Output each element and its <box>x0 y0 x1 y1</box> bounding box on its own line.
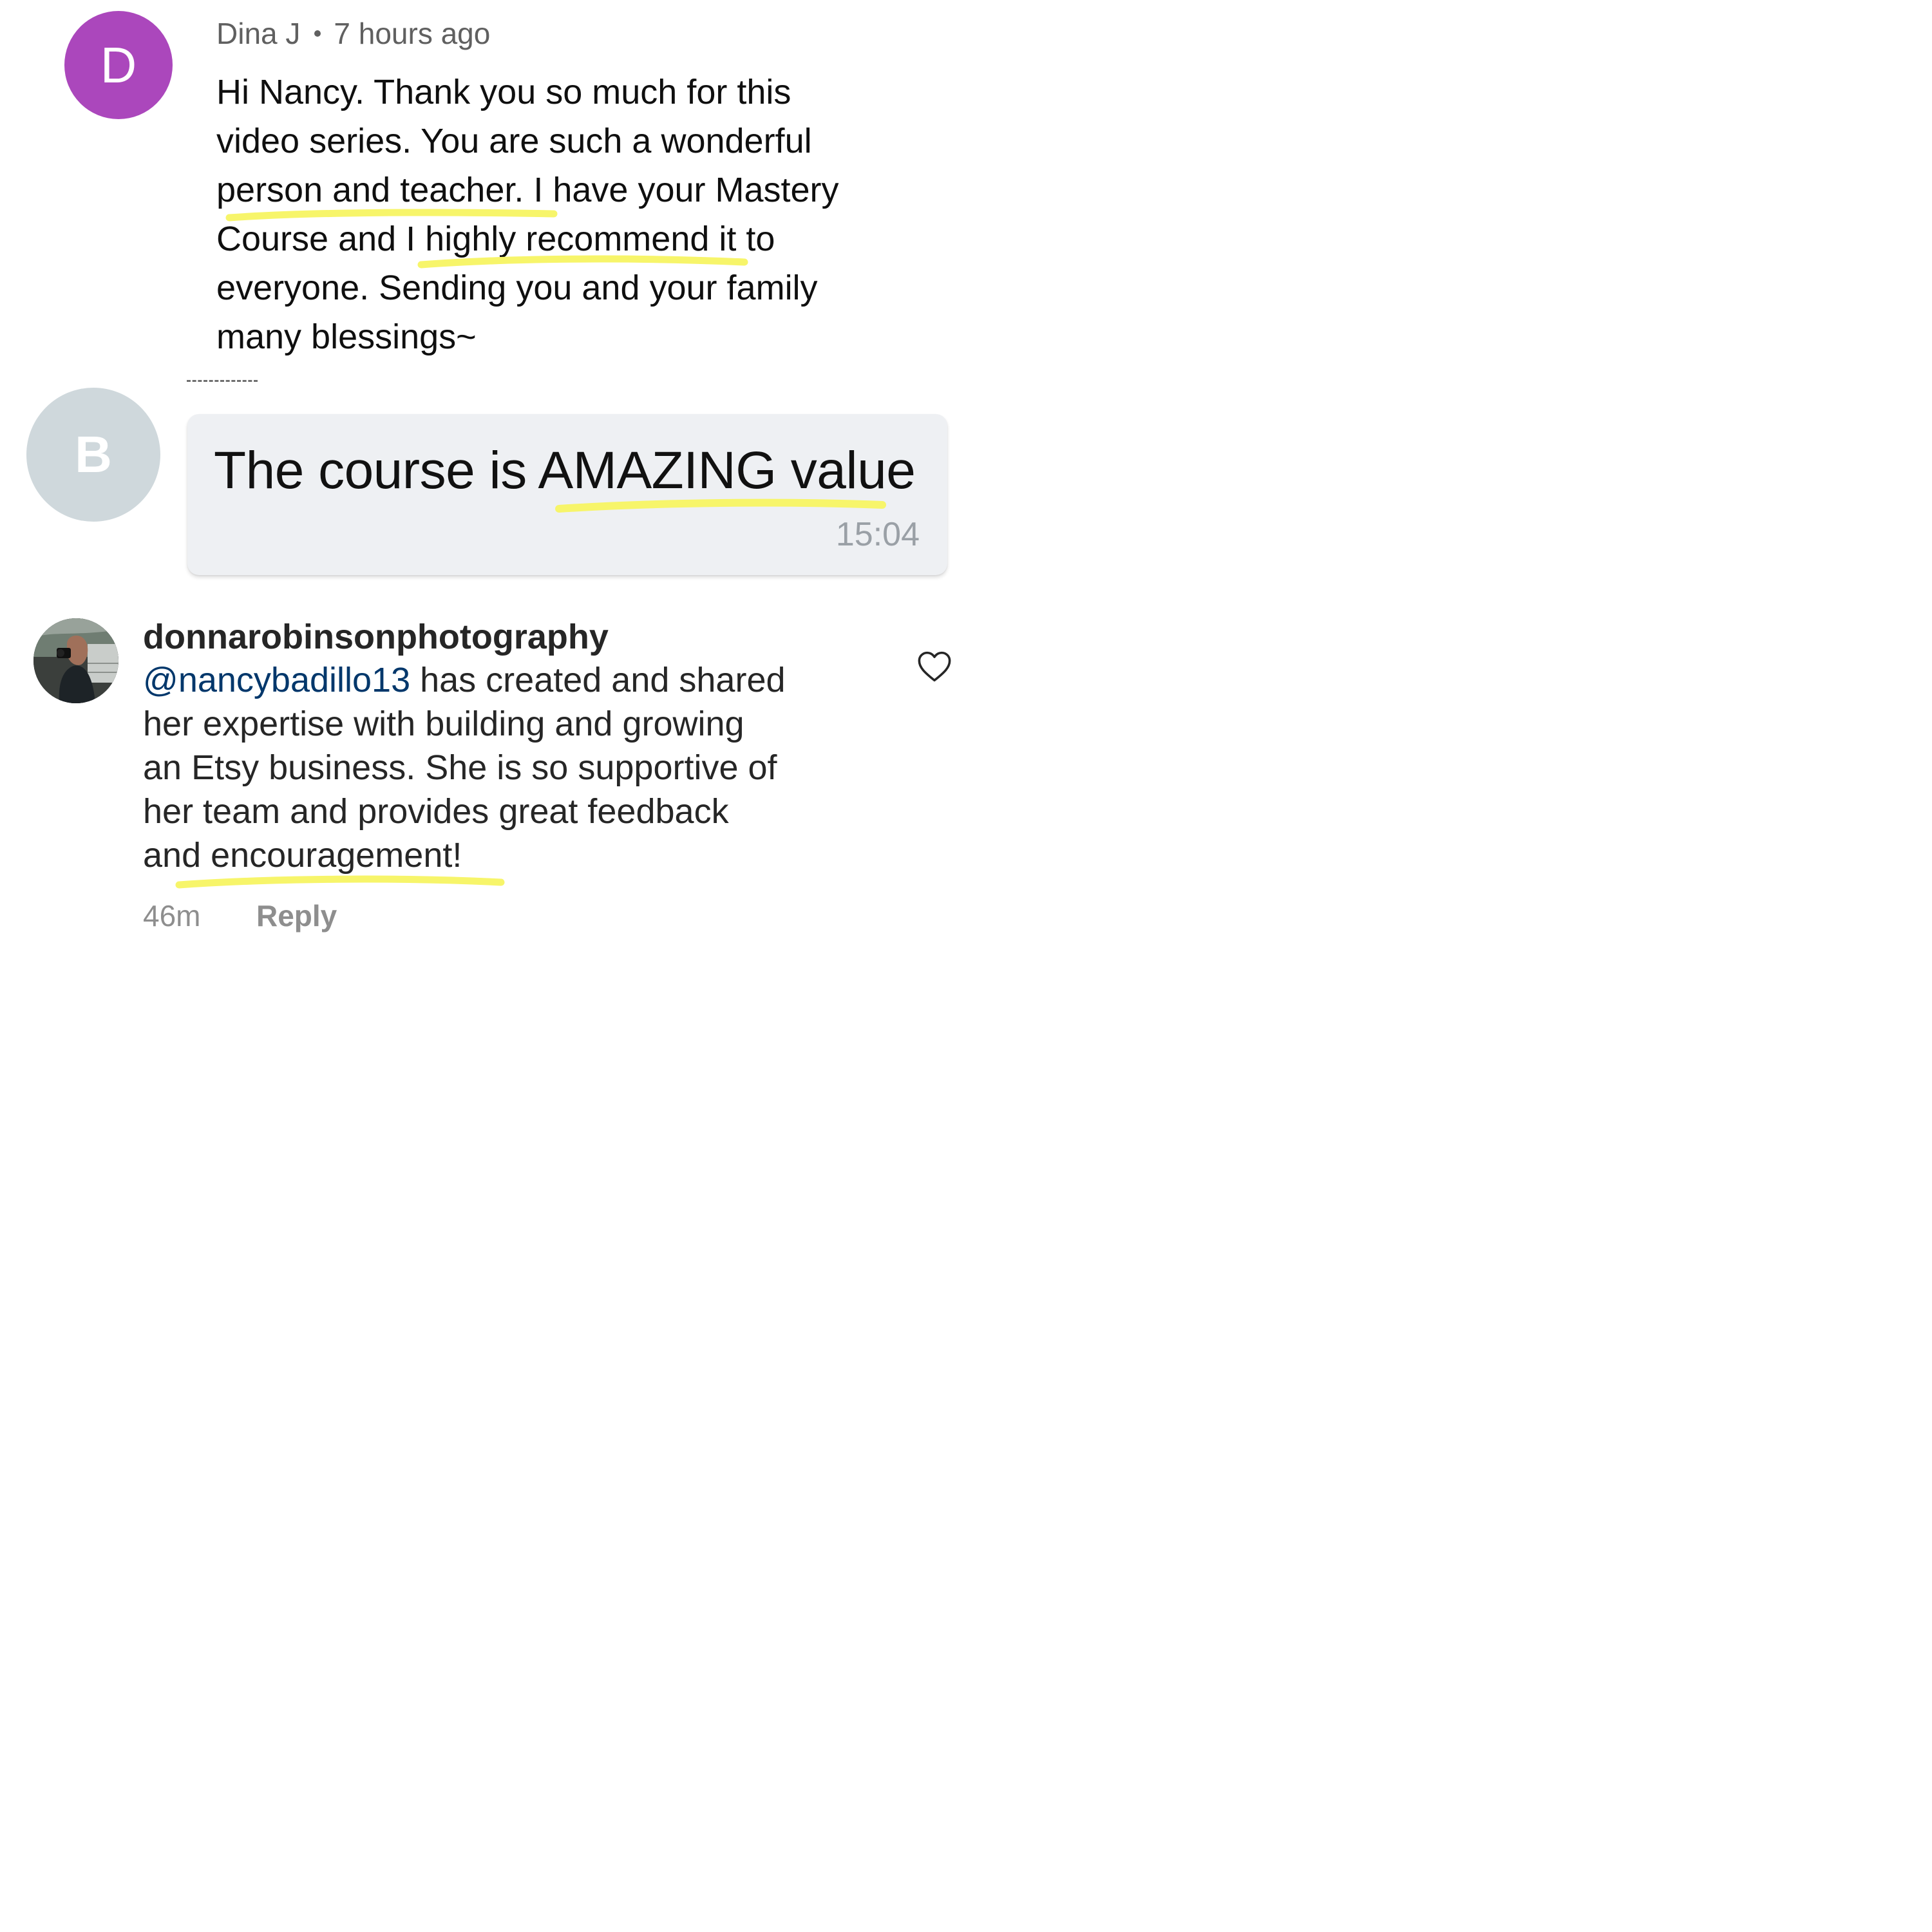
comment-line: person and teacher. I have your Mastery <box>216 171 839 209</box>
avatar-photo[interactable] <box>33 618 118 703</box>
reply-button[interactable]: Reply <box>256 898 337 933</box>
comment-meta: Dina J 7 hours ago <box>216 16 490 51</box>
comment-line: video series. You are such a wonderful <box>216 122 812 160</box>
mention-link[interactable]: @nancybadillo13 <box>143 661 410 699</box>
avatar-b[interactable]: B <box>26 388 160 522</box>
avatar-dina[interactable]: D <box>64 11 173 119</box>
comment-line: her team and provides great feedback <box>143 792 729 831</box>
heart-outline-icon[interactable] <box>917 650 952 683</box>
comment-line: and encouragement! <box>143 836 462 875</box>
message-timestamp: 15:04 <box>835 516 920 553</box>
comment-line: everyone. Sending you and your family <box>216 269 818 307</box>
cropped-divider <box>187 380 258 384</box>
comment-line: her expertise with building and growing <box>143 705 744 743</box>
comment-author[interactable]: Dina J <box>216 16 300 51</box>
message-text: The course is AMAZING value <box>214 441 916 500</box>
separator-dot <box>314 30 321 37</box>
comment-line: Course and I highly recommend it to <box>216 220 775 258</box>
comment-line: @nancybadillo13 has created and shared <box>143 658 786 702</box>
comment-line: Hi Nancy. Thank you so much for this <box>216 73 791 111</box>
avatar-letter: B <box>75 426 112 483</box>
comment-line-text: has created and shared <box>410 661 786 699</box>
avatar-letter: D <box>100 36 137 93</box>
profile-photo-icon <box>33 618 118 703</box>
comment-age: 46m <box>143 899 201 933</box>
comment-username[interactable]: donnarobinsonphotography <box>143 617 609 657</box>
comment-line: many blessings~ <box>216 317 477 356</box>
comment-line: an Etsy business. She is so supportive o… <box>143 748 777 787</box>
comment-time: 7 hours ago <box>334 17 491 50</box>
